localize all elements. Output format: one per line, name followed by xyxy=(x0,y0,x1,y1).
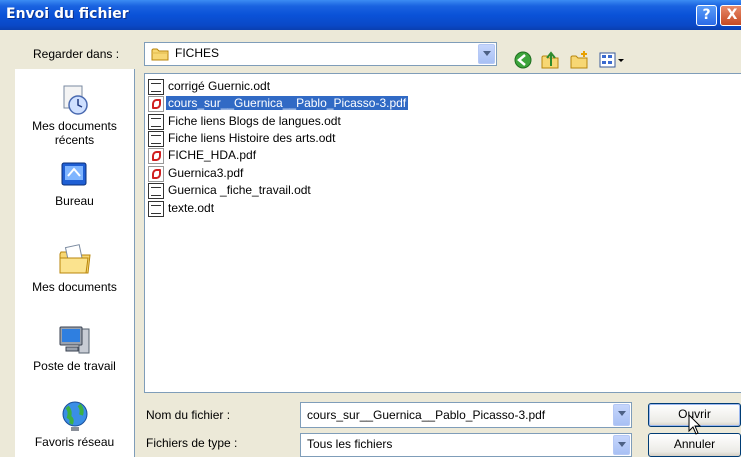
close-button[interactable]: X xyxy=(720,5,741,26)
place-label: Poste de travail xyxy=(33,359,116,373)
list-item[interactable]: cours_sur__Guernica__Pablo_Picasso-3.pdf xyxy=(148,95,409,112)
filename-label: Nom du fichier : xyxy=(146,408,231,422)
up-folder-icon[interactable] xyxy=(540,50,560,70)
list-item[interactable]: corrigé Guernic.odt xyxy=(148,78,272,95)
place-network[interactable]: Favoris réseau xyxy=(15,399,134,449)
place-desktop[interactable]: Bureau xyxy=(15,160,134,208)
desktop-icon xyxy=(61,162,86,186)
filetype-dropdown-arrow[interactable] xyxy=(613,435,630,455)
folder-icon xyxy=(151,48,169,61)
place-label: Favoris réseau xyxy=(34,435,115,449)
lookin-dropdown-arrow[interactable] xyxy=(478,44,495,64)
place-recent-documents[interactable]: Mes documents récents xyxy=(15,83,134,147)
my-documents-icon xyxy=(59,244,91,274)
odt-file-icon xyxy=(148,78,164,95)
my-computer-icon xyxy=(59,326,89,354)
cancel-button-label: Annuler xyxy=(673,437,716,451)
dialog-title: Envoi du fichier xyxy=(6,6,129,22)
close-icon: X xyxy=(726,7,738,23)
list-item[interactable]: FICHE_HDA.pdf xyxy=(148,147,258,164)
help-button[interactable]: ? xyxy=(696,5,717,26)
place-label: Bureau xyxy=(55,194,94,208)
odt-file-icon xyxy=(148,200,164,217)
odt-file-icon xyxy=(148,130,164,147)
pdf-file-icon xyxy=(148,165,164,182)
help-icon: ? xyxy=(702,7,711,23)
file-list[interactable]: corrigé Guernic.odt cours_sur__Guernica_… xyxy=(144,73,741,393)
cancel-button[interactable]: Annuler xyxy=(648,433,741,457)
filename-input[interactable]: cours_sur__Guernica__Pablo_Picasso-3.pdf xyxy=(300,402,632,428)
filetype-label: Fichiers de type : xyxy=(146,436,238,450)
place-label: Mes documents récents xyxy=(32,119,117,147)
lookin-dropdown[interactable]: FICHES xyxy=(144,42,497,66)
new-folder-icon[interactable] xyxy=(569,50,589,70)
filetype-value: Tous les fichiers xyxy=(307,437,393,451)
mouse-cursor-icon xyxy=(688,414,702,435)
list-item[interactable]: texte.odt xyxy=(148,200,216,217)
network-places-icon xyxy=(62,401,87,431)
filename-value: cours_sur__Guernica__Pablo_Picasso-3.pdf xyxy=(307,408,546,422)
list-item[interactable]: Guernica3.pdf xyxy=(148,165,245,182)
view-menu-icon[interactable] xyxy=(598,50,626,70)
filetype-dropdown[interactable]: Tous les fichiers xyxy=(300,433,632,457)
pdf-file-icon xyxy=(148,95,164,112)
place-my-computer[interactable]: Poste de travail xyxy=(15,323,134,373)
list-item[interactable]: Fiche liens Blogs de langues.odt xyxy=(148,113,343,130)
odt-file-icon xyxy=(148,113,164,130)
title-bar: Envoi du fichier ? X xyxy=(0,0,741,30)
odt-file-icon xyxy=(148,182,164,199)
back-icon[interactable] xyxy=(513,50,533,70)
places-bar: Mes documents récents Bureau Mes documen… xyxy=(15,69,135,457)
place-my-documents[interactable]: Mes documents xyxy=(15,242,134,294)
lookin-value: FICHES xyxy=(175,46,220,60)
list-item[interactable]: Guernica _fiche_travail.odt xyxy=(148,182,313,199)
lookin-label: Regarder dans : xyxy=(33,47,120,61)
pdf-file-icon xyxy=(148,147,164,164)
list-item[interactable]: Fiche liens Histoire des arts.odt xyxy=(148,130,337,147)
filename-dropdown-arrow[interactable] xyxy=(613,404,630,426)
recent-documents-icon xyxy=(63,85,88,115)
place-label: Mes documents xyxy=(32,280,117,294)
